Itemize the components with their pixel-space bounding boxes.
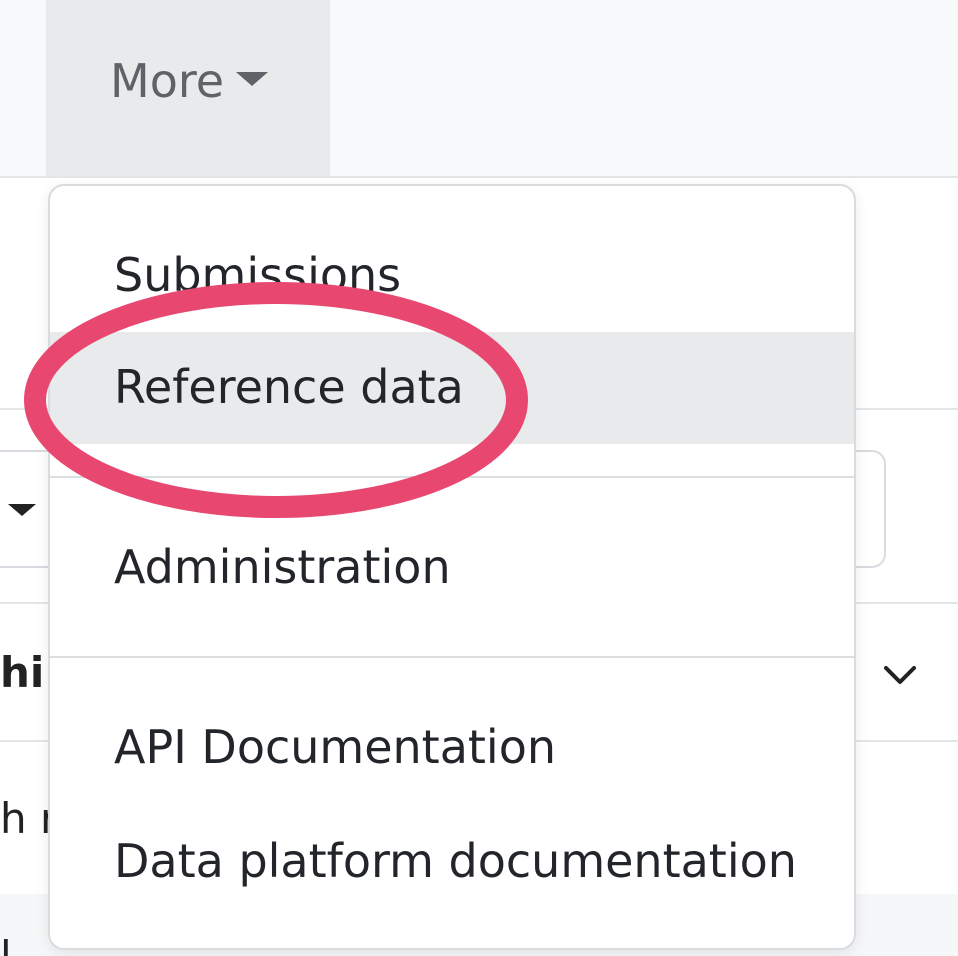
menu-divider xyxy=(50,656,854,658)
menu-divider xyxy=(50,476,854,478)
screen: hi h r l More Submissions Reference data… xyxy=(0,0,958,956)
menu-item-label: API Documentation xyxy=(114,720,557,774)
menu-item-label: Reference data xyxy=(114,360,464,414)
menu-item-api-documentation[interactable]: API Documentation xyxy=(50,692,854,804)
more-menu-label: More xyxy=(110,54,225,108)
caret-down-icon xyxy=(8,504,36,516)
menu-item-reference-data[interactable]: Reference data xyxy=(50,332,854,444)
background-row-text: l xyxy=(0,932,12,956)
top-navbar: More xyxy=(0,0,958,178)
menu-item-label: Administration xyxy=(114,540,451,594)
menu-item-administration[interactable]: Administration xyxy=(50,512,854,624)
menu-item-submissions[interactable]: Submissions xyxy=(50,214,854,326)
menu-item-data-platform-documentation[interactable]: Data platform documentation xyxy=(50,804,854,916)
chevron-down-icon[interactable] xyxy=(880,656,920,696)
menu-item-label: Submissions xyxy=(114,248,402,302)
caret-down-icon xyxy=(236,72,268,86)
more-dropdown-menu: Submissions Reference data Administratio… xyxy=(48,184,856,950)
background-row-text: hi xyxy=(0,648,45,697)
more-menu-toggle[interactable]: More xyxy=(46,0,330,176)
menu-item-label: Data platform documentation xyxy=(114,834,797,888)
